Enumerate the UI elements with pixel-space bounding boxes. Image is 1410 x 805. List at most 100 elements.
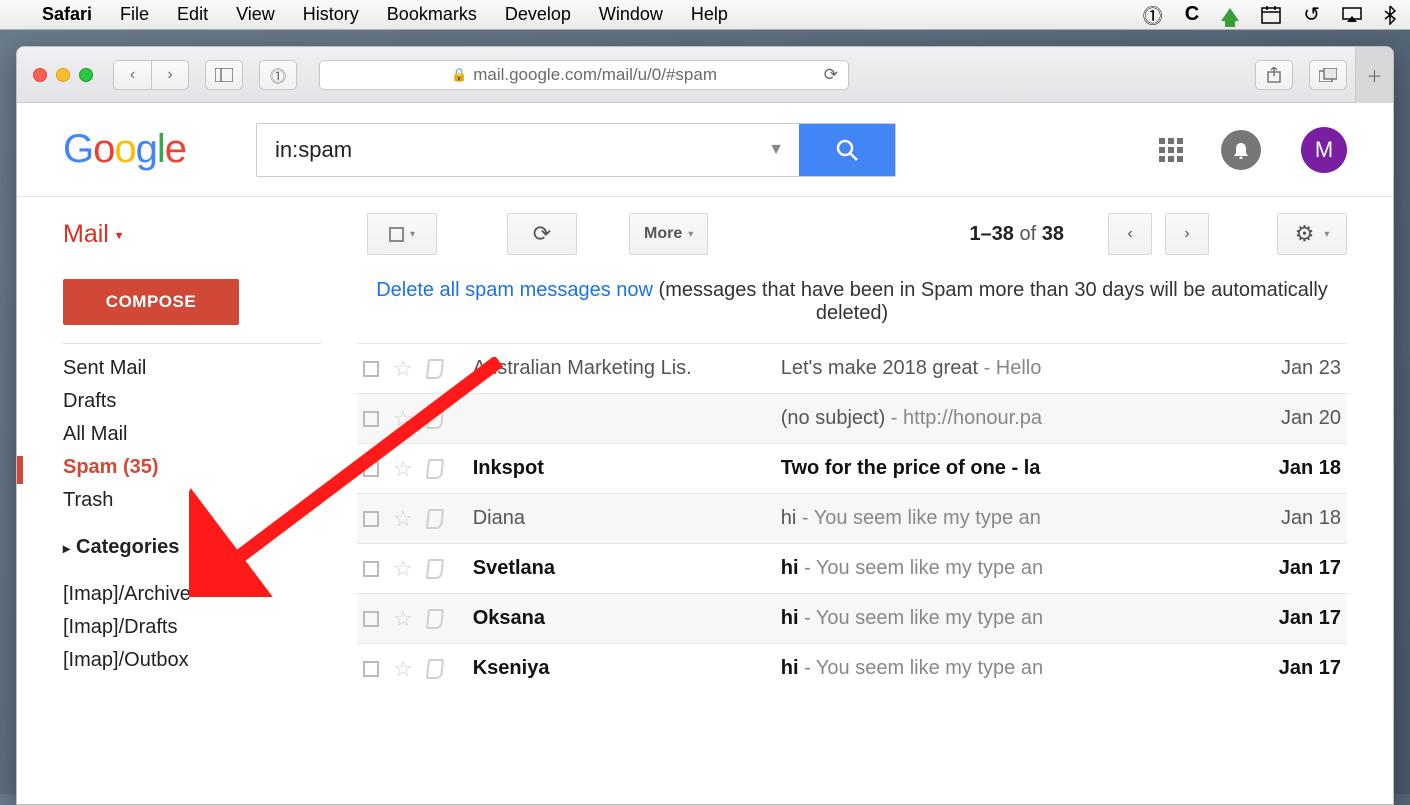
menu-history[interactable]: History (303, 4, 359, 25)
compose-button[interactable]: COMPOSE (63, 279, 239, 325)
account-avatar[interactable]: M (1301, 127, 1347, 173)
row-checkbox[interactable] (363, 361, 379, 377)
label-icon[interactable] (426, 609, 444, 629)
menu-window[interactable]: Window (599, 4, 663, 25)
more-button[interactable]: More▾ (629, 213, 708, 255)
star-icon[interactable]: ☆ (393, 606, 413, 632)
lock-icon: 🔒 (451, 67, 467, 83)
subject: Two for the price of one - la (781, 457, 1233, 480)
row-checkbox[interactable] (363, 411, 379, 427)
email-row[interactable]: ☆Oksanahi - You seem like my type anJan … (357, 593, 1347, 643)
safari-window: ‹ › ⓵ 🔒 mail.google.com/mail/u/0/#spam ⟳… (16, 46, 1394, 805)
status-bluetooth-icon[interactable] (1384, 5, 1396, 25)
search-button[interactable] (799, 124, 895, 176)
status-calendar-icon[interactable] (1261, 5, 1281, 25)
menu-bookmarks[interactable]: Bookmarks (387, 4, 477, 25)
extension-1password-button[interactable]: ⓵ (259, 60, 297, 90)
select-all-button[interactable]: ▾ (367, 213, 437, 255)
star-icon[interactable]: ☆ (393, 556, 413, 582)
star-icon[interactable]: ☆ (393, 356, 413, 382)
label-icon[interactable] (426, 459, 444, 479)
row-checkbox[interactable] (363, 511, 379, 527)
subject: hi - You seem like my type an (781, 507, 1233, 530)
search-box: ▼ (256, 123, 896, 177)
row-checkbox[interactable] (363, 611, 379, 627)
date: Jan 23 (1247, 357, 1347, 380)
browser-toolbar: ‹ › ⓵ 🔒 mail.google.com/mail/u/0/#spam ⟳… (17, 47, 1393, 103)
spam-notice: Delete all spam messages now (messages t… (357, 271, 1347, 343)
google-apps-icon[interactable] (1159, 138, 1183, 162)
menu-file[interactable]: File (120, 4, 149, 25)
google-logo[interactable]: Google (63, 127, 186, 172)
status-c-icon[interactable]: C (1185, 3, 1199, 26)
search-options-dropdown[interactable]: ▼ (753, 124, 799, 176)
label-icon[interactable] (426, 409, 444, 429)
email-row[interactable]: ☆ Diana hi - You seem like my type an Jan 1… (357, 493, 1347, 543)
row-checkbox[interactable] (363, 661, 379, 677)
star-icon[interactable]: ☆ (393, 656, 413, 682)
sender: Australian Marketing Lis. (457, 357, 767, 380)
settings-button[interactable]: ⚙▾ (1277, 213, 1347, 255)
star-icon[interactable]: ☆ (393, 506, 413, 532)
subject: hi - You seem like my type an (781, 607, 1233, 630)
sidebar-item-imap-outbox[interactable]: [Imap]/Outbox (63, 644, 357, 677)
share-button[interactable] (1255, 60, 1293, 90)
mail-list: Delete all spam messages now (messages t… (357, 271, 1393, 804)
sidebar: COMPOSE Sent MailDraftsAll MailSpam (35)… (17, 271, 357, 804)
search-input[interactable] (257, 124, 753, 176)
sidebar-item-categories[interactable]: Categories (63, 531, 357, 564)
status-1password-icon[interactable]: ⓵ (1143, 0, 1163, 29)
nav-back-button[interactable]: ‹ (113, 60, 151, 90)
email-row[interactable]: ☆Svetlanahi - You seem like my type anJa… (357, 543, 1347, 593)
refresh-button[interactable]: ⟳ (507, 213, 577, 255)
menu-help[interactable]: Help (691, 4, 728, 25)
label-icon[interactable] (426, 509, 444, 529)
delete-all-spam-link[interactable]: Delete all spam messages now (376, 279, 653, 301)
label-icon[interactable] (426, 559, 444, 579)
sender: Oksana (457, 607, 767, 630)
sidebar-item-imap-drafts[interactable]: [Imap]/Drafts (63, 611, 357, 644)
sender: Diana (457, 507, 767, 530)
label-icon[interactable] (426, 359, 444, 379)
sidebar-item-sent-mail[interactable]: Sent Mail (63, 352, 357, 385)
sidebar-item-imap-archive[interactable]: [Imap]/Archive (63, 578, 357, 611)
status-airplay-icon[interactable] (1342, 7, 1362, 23)
star-icon[interactable]: ☆ (393, 456, 413, 482)
mail-dropdown[interactable]: Mail ▾ (63, 220, 122, 248)
menu-view[interactable]: View (236, 4, 275, 25)
window-close-button[interactable] (33, 68, 47, 82)
address-bar[interactable]: 🔒 mail.google.com/mail/u/0/#spam ⟳ (319, 60, 849, 90)
email-row[interactable]: ☆InkspotTwo for the price of one - laJan… (357, 443, 1347, 493)
new-tab-button[interactable]: ＋ (1355, 47, 1393, 103)
next-page-button[interactable]: › (1165, 213, 1209, 255)
notifications-icon[interactable] (1221, 130, 1261, 170)
date: Jan 17 (1247, 557, 1347, 580)
prev-page-button[interactable]: ‹ (1108, 213, 1152, 255)
row-checkbox[interactable] (363, 561, 379, 577)
status-timemachine-icon[interactable]: ↺ (1303, 2, 1320, 27)
star-icon[interactable]: ☆ (393, 406, 413, 432)
nav-forward-button[interactable]: › (151, 60, 189, 90)
sidebar-item-all-mail[interactable]: All Mail (63, 418, 357, 451)
reload-icon[interactable]: ⟳ (824, 65, 838, 85)
email-row[interactable]: ☆(no subject) - http://honour.paJan 20 (357, 393, 1347, 443)
email-row[interactable]: ☆Kseniyahi - You seem like my type anJan… (357, 643, 1347, 693)
menu-edit[interactable]: Edit (177, 4, 208, 25)
sidebar-item-trash[interactable]: Trash (63, 484, 357, 517)
menubar-app-name[interactable]: Safari (42, 4, 92, 25)
tabs-button[interactable] (1309, 60, 1347, 90)
row-checkbox[interactable] (363, 461, 379, 477)
sidebar-item-drafts[interactable]: Drafts (63, 385, 357, 418)
label-icon[interactable] (426, 659, 444, 679)
window-zoom-button[interactable] (79, 68, 93, 82)
sidebar-toggle-button[interactable] (205, 60, 243, 90)
menu-develop[interactable]: Develop (505, 4, 571, 25)
url-text: mail.google.com/mail/u/0/#spam (473, 65, 717, 85)
window-minimize-button[interactable] (56, 68, 70, 82)
date: Jan 18 (1247, 507, 1347, 530)
sidebar-item-spam-35[interactable]: Spam (35) (63, 451, 357, 484)
status-house-icon[interactable] (1221, 8, 1239, 21)
email-row[interactable]: ☆ Australian Marketing Lis. Let's make 201… (357, 343, 1347, 393)
subject: Let's make 2018 great - Hello (781, 357, 1233, 380)
sender: Kseniya (457, 657, 767, 680)
